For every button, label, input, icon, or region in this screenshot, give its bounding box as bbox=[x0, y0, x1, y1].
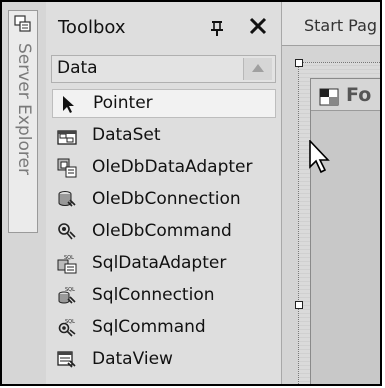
pin-icon[interactable] bbox=[209, 18, 225, 38]
toolbox-category-header[interactable]: Data bbox=[51, 55, 276, 83]
toolbox-item-label: OleDbDataAdapter bbox=[92, 157, 253, 177]
pointer-arrow-icon bbox=[63, 96, 74, 113]
toolbox-item-dataview[interactable]: DataView bbox=[52, 345, 276, 377]
dataview-icon bbox=[57, 351, 76, 368]
toolbox-item-oledb-command[interactable]: OleDbCommand bbox=[52, 217, 276, 249]
side-dock-strip: Server Explorer bbox=[2, 2, 46, 384]
oledb-data-adapter-icon bbox=[57, 158, 77, 178]
dataset-icon bbox=[57, 130, 77, 145]
toolbox-item-oledb-connection[interactable]: OleDbConnection bbox=[52, 185, 276, 217]
toolbox-item-label: OleDbCommand bbox=[92, 221, 232, 241]
svg-text:SQL: SQL bbox=[65, 287, 75, 293]
toolbox-title: Toolbox bbox=[58, 17, 126, 38]
oledb-connection-icon bbox=[58, 191, 76, 207]
toolbox-item-label: SqlConnection bbox=[92, 285, 215, 305]
category-label: Data bbox=[57, 58, 98, 78]
oledb-command-icon bbox=[58, 223, 76, 240]
form-icon bbox=[319, 88, 339, 106]
resize-handle-left-middle[interactable] bbox=[295, 301, 303, 309]
category-collapse-button[interactable] bbox=[243, 58, 272, 80]
toolbox-panel: Toolbox Data Pointer DataSet OleDbDataAd… bbox=[46, 2, 282, 384]
toolbox-item-list: Pointer DataSet OleDbDataAdapter OleDbCo… bbox=[52, 89, 276, 377]
form-title-bar: Fo bbox=[311, 79, 380, 111]
toolbox-item-label: DataView bbox=[92, 349, 173, 369]
ide-window: Server Explorer Toolbox Data Pointer Dat… bbox=[0, 0, 382, 386]
svg-text:SQL: SQL bbox=[64, 255, 74, 261]
toolbox-item-sql-connection[interactable]: SQL SqlConnection bbox=[52, 281, 276, 313]
sql-data-adapter-icon: SQL bbox=[57, 255, 77, 274]
sql-command-icon: SQL bbox=[58, 319, 76, 337]
toolbox-item-label: SqlDataAdapter bbox=[92, 253, 227, 273]
toolbox-item-pointer[interactable]: Pointer bbox=[52, 89, 276, 118]
document-tab-bar: Start Pag bbox=[282, 2, 380, 46]
mouse-cursor-icon bbox=[309, 140, 330, 174]
toolbox-item-sql-command[interactable]: SQL SqlCommand bbox=[52, 313, 276, 345]
close-icon[interactable] bbox=[248, 16, 268, 36]
toolbox-item-label: Pointer bbox=[93, 93, 153, 113]
toolbox-item-label: OleDbConnection bbox=[92, 189, 241, 209]
server-explorer-icon bbox=[14, 15, 31, 32]
toolbox-item-oledb-data-adapter[interactable]: OleDbDataAdapter bbox=[52, 153, 276, 185]
toolbox-item-label: SqlCommand bbox=[92, 317, 206, 337]
svg-text:SQL: SQL bbox=[65, 319, 75, 325]
form-title: Fo bbox=[346, 84, 372, 106]
form-designer-window[interactable]: Fo bbox=[310, 78, 380, 384]
resize-handle-top-left[interactable] bbox=[295, 59, 303, 67]
server-explorer-label: Server Explorer bbox=[14, 43, 34, 175]
server-explorer-tab[interactable]: Server Explorer bbox=[8, 10, 38, 233]
sql-connection-icon: SQL bbox=[58, 287, 76, 304]
toolbox-item-dataset[interactable]: DataSet bbox=[52, 121, 276, 153]
toolbox-item-sql-data-adapter[interactable]: SQL SqlDataAdapter bbox=[52, 249, 276, 281]
chevron-up-icon bbox=[252, 64, 264, 72]
tab-start-page[interactable]: Start Pag bbox=[304, 16, 377, 35]
toolbox-item-label: DataSet bbox=[92, 125, 161, 145]
